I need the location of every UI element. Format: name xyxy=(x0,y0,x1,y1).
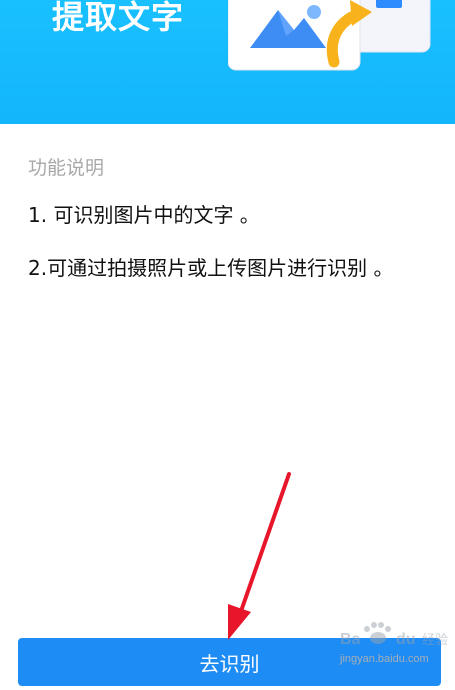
image-to-text-illustration xyxy=(228,0,431,71)
recognize-button[interactable]: 去识别 xyxy=(18,638,441,686)
page-title: 提取文字 xyxy=(52,0,185,36)
feature-line-1: 1. 可识别图片中的文字 。 xyxy=(28,203,260,227)
section-title: 功能说明 xyxy=(28,157,105,179)
badge-shape xyxy=(376,0,402,8)
header-banner: 提取文字 xyxy=(0,0,455,124)
feature-line-2: 2.可通过拍摄照片或上传图片进行识别 。 xyxy=(28,256,394,280)
